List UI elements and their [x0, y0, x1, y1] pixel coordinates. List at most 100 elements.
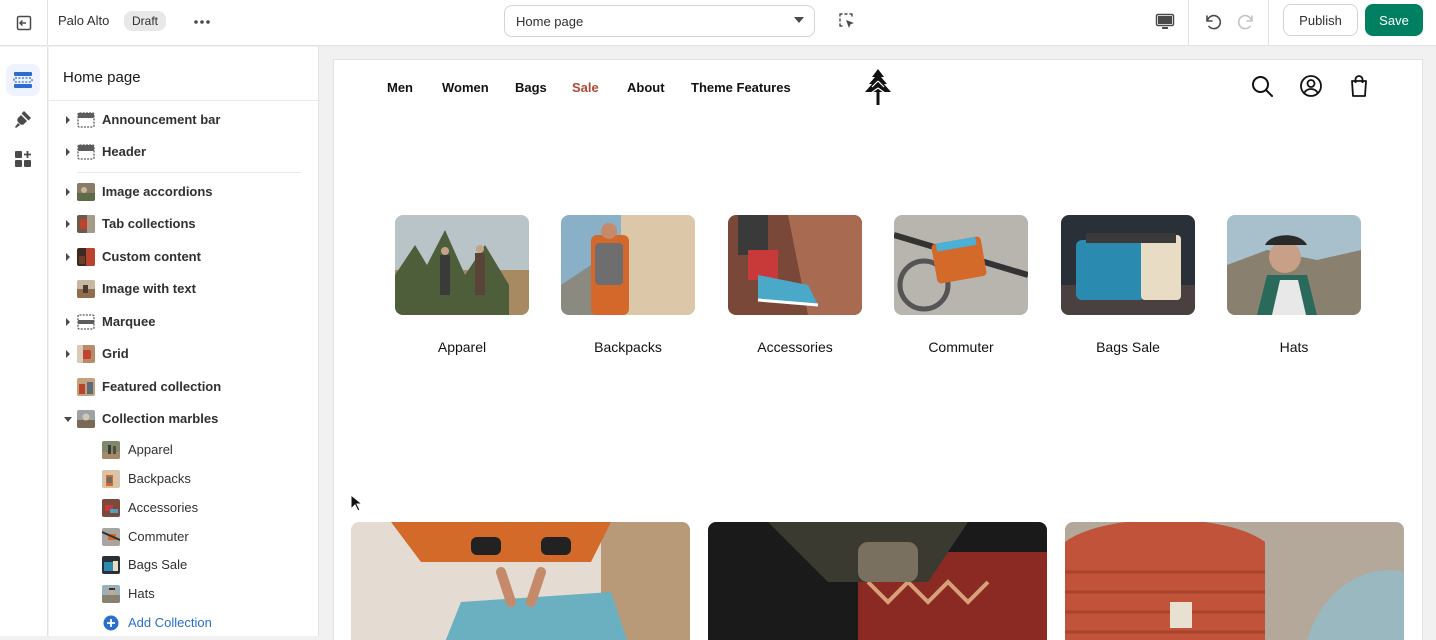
caret-right-icon	[66, 116, 70, 124]
editor-topbar: Palo Alto Draft Home page Publish Save	[0, 0, 1436, 46]
marble-apparel[interactable]: Apparel	[395, 215, 529, 355]
marble-commuter[interactable]: Commuter	[894, 215, 1028, 355]
promo-image-tile[interactable]	[708, 522, 1047, 640]
section-custom-content[interactable]: Custom content	[49, 243, 318, 271]
caret-down-icon	[64, 417, 72, 422]
nav-link-women[interactable]: Women	[442, 80, 489, 95]
section-label: Collection marbles	[102, 411, 219, 426]
sections-icon	[13, 72, 33, 88]
desktop-icon	[1155, 13, 1175, 29]
toolbar-divider	[1188, 0, 1189, 46]
toolbar-divider	[1268, 0, 1269, 46]
section-announcement-bar[interactable]: Announcement bar	[49, 106, 318, 134]
sidebar-divider	[49, 100, 318, 101]
section-image-with-text[interactable]: Image with text	[49, 275, 318, 303]
promo-image-tile[interactable]	[1065, 522, 1404, 640]
inspector-button[interactable]	[835, 9, 859, 33]
apps-add-icon	[15, 151, 31, 167]
nav-link-theme-features[interactable]: Theme Features	[691, 80, 791, 95]
storefront-preview[interactable]: Men Women Bags Sale About Theme Features…	[334, 60, 1422, 640]
sections-sidebar: Home page Announcement bar Header Image …	[49, 47, 319, 636]
nav-link-sale[interactable]: Sale	[572, 80, 599, 95]
collection-thumbnail-icon	[102, 441, 120, 459]
marble-accessories[interactable]: Accessories	[728, 215, 862, 355]
collection-thumbnail-icon	[102, 556, 120, 574]
marble-caption: Backpacks	[594, 339, 662, 355]
nav-link-about[interactable]: About	[627, 80, 665, 95]
cart-bag-icon[interactable]	[1347, 74, 1371, 98]
page-selector-value: Home page	[516, 14, 584, 29]
section-header[interactable]: Header	[49, 138, 318, 166]
section-marquee[interactable]: Marquee	[49, 308, 318, 336]
block-label: Backpacks	[128, 471, 191, 486]
collection-thumbnail-icon	[102, 585, 120, 603]
collection-thumbnail-icon	[102, 470, 120, 488]
caret-right-icon	[66, 148, 70, 156]
mouse-cursor-icon	[350, 494, 362, 512]
block-bags-sale[interactable]: Bags Sale	[49, 552, 318, 578]
marble-caption: Commuter	[928, 339, 994, 355]
block-label: Commuter	[128, 529, 189, 544]
block-hats[interactable]: Hats	[49, 581, 318, 607]
rail-theme-settings[interactable]	[6, 103, 40, 135]
redo-button[interactable]	[1232, 8, 1260, 36]
more-horizontal-icon	[194, 20, 210, 24]
rail-sections[interactable]	[6, 64, 40, 96]
block-accessories[interactable]: Accessories	[49, 495, 318, 521]
marble-image	[395, 215, 529, 315]
section-thumbnail-icon	[77, 183, 95, 201]
caret-right-icon	[66, 188, 70, 196]
section-image-accordions[interactable]: Image accordions	[49, 178, 318, 206]
device-preview-button[interactable]	[1152, 9, 1178, 35]
marble-image	[561, 215, 695, 315]
marble-hats[interactable]: Hats	[1227, 215, 1361, 355]
exit-icon	[16, 15, 31, 31]
nav-link-bags[interactable]: Bags	[515, 80, 547, 95]
nav-link-men[interactable]: Men	[387, 80, 413, 95]
marble-caption: Accessories	[757, 339, 833, 355]
more-actions-button[interactable]	[190, 10, 214, 34]
block-label: Bags Sale	[128, 557, 188, 572]
section-thumbnail-icon	[77, 248, 95, 266]
caret-right-icon	[66, 253, 70, 261]
section-label: Tab collections	[102, 216, 196, 231]
section-label: Image accordions	[102, 184, 213, 199]
announcement-bar-icon	[77, 112, 95, 128]
section-thumbnail-icon	[77, 410, 95, 428]
caret-right-icon	[66, 318, 70, 326]
section-label: Grid	[102, 346, 129, 361]
promo-image-tile[interactable]	[351, 522, 690, 640]
section-label: Header	[102, 144, 147, 159]
account-icon[interactable]	[1299, 74, 1323, 98]
section-grid[interactable]: Grid	[49, 340, 318, 368]
search-icon[interactable]	[1250, 74, 1274, 98]
exit-editor-button[interactable]	[0, 0, 48, 46]
collection-thumbnail-icon	[102, 528, 120, 546]
block-backpacks[interactable]: Backpacks	[49, 466, 318, 492]
undo-button[interactable]	[1199, 8, 1227, 36]
caret-right-icon	[66, 220, 70, 228]
select-cursor-icon	[839, 13, 854, 28]
section-label: Marquee	[102, 314, 156, 329]
section-featured-collection[interactable]: Featured collection	[49, 373, 318, 401]
add-collection-button[interactable]: Add Collection	[49, 610, 318, 636]
section-tab-collections[interactable]: Tab collections	[49, 210, 318, 238]
publish-button[interactable]: Publish	[1283, 4, 1358, 36]
marble-backpacks[interactable]: Backpacks	[561, 215, 695, 355]
marble-image	[728, 215, 862, 315]
marble-bags-sale[interactable]: Bags Sale	[1061, 215, 1195, 355]
rail-apps[interactable]	[6, 143, 40, 175]
page-selector[interactable]: Home page	[504, 5, 815, 37]
caret-down-icon	[794, 17, 804, 23]
marquee-layout-icon	[77, 314, 95, 330]
save-button[interactable]: Save	[1365, 4, 1423, 36]
section-collection-marbles[interactable]: Collection marbles	[49, 405, 318, 433]
section-label: Image with text	[102, 281, 196, 296]
plus-circle-icon	[103, 615, 119, 631]
collection-thumbnail-icon	[102, 499, 120, 517]
store-logo-tree-icon[interactable]	[863, 69, 893, 105]
block-label: Apparel	[128, 442, 173, 457]
marble-caption: Hats	[1279, 339, 1309, 355]
block-apparel[interactable]: Apparel	[49, 437, 318, 463]
block-commuter[interactable]: Commuter	[49, 524, 318, 550]
